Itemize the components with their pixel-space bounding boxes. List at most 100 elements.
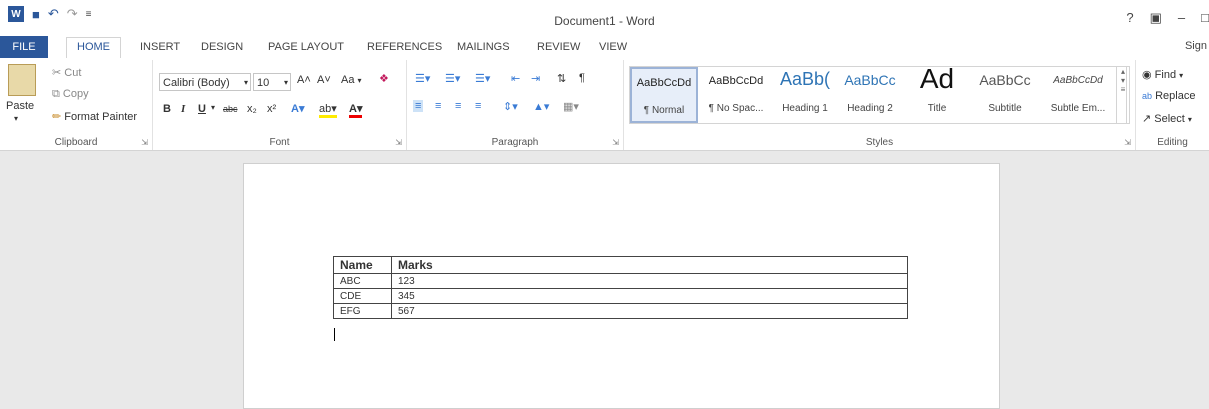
sign-in-link[interactable]: Sign xyxy=(1185,40,1207,52)
font-label: Font xyxy=(269,137,290,148)
italic-button[interactable]: I xyxy=(181,103,185,115)
tab-design[interactable]: DESIGN xyxy=(201,38,243,58)
editing-group: ◉ Find ▾ ab Replace ↗ Select ▾ Editing xyxy=(1136,60,1209,150)
clipboard-group: Paste ▾ ✂ Cut ⧉ Copy ✏ Format Painter Cl… xyxy=(0,60,153,150)
style-normal[interactable]: AaBbCcDd ¶ Normal xyxy=(630,67,698,123)
shrink-font-button[interactable]: A˅ xyxy=(317,74,331,86)
table-cell[interactable]: EFG xyxy=(333,303,392,319)
grow-font-button[interactable]: A˄ xyxy=(297,74,311,86)
style-heading-2[interactable]: AaBbCc Heading 2 xyxy=(838,67,902,123)
clipboard-launcher-icon[interactable]: ⇲ xyxy=(141,138,148,147)
format-painter-button[interactable]: ✏ Format Painter xyxy=(52,110,137,123)
align-left-icon[interactable]: ≡ xyxy=(413,100,424,112)
clipboard-label: Clipboard xyxy=(54,137,98,148)
styles-gallery: AaBbCcDd ¶ Normal AaBbCcDd ¶ No Spac... Aa… xyxy=(629,63,1127,124)
font-name-select[interactable]: Calibri (Body) ▾ xyxy=(159,73,251,91)
increase-indent-icon[interactable]: ⇥ xyxy=(531,72,540,85)
document-page[interactable]: Name Marks ABC 123 CDE 345 EFG 567 xyxy=(243,163,1000,409)
binoculars-icon: ◉ xyxy=(1142,69,1152,81)
select-button[interactable]: ↗ Select ▾ xyxy=(1142,112,1192,125)
styles-launcher-icon[interactable]: ⇲ xyxy=(1124,138,1131,147)
strikethrough-button[interactable]: abc xyxy=(223,104,238,114)
change-case-button[interactable]: Aa ▾ xyxy=(341,74,362,86)
align-right-icon[interactable]: ≡ xyxy=(455,100,461,112)
bold-button[interactable]: B xyxy=(163,103,171,115)
clear-formatting-icon[interactable]: ❖ xyxy=(379,72,389,85)
paragraph-group: ☰▾ ☰▾ ☰▾ ⇤ ⇥ ⇅ ¶ ≡ ≡ ≡ ≡ ⇕▾ ▲▾ ▦▾ Paragr… xyxy=(407,60,624,150)
font-launcher-icon[interactable]: ⇲ xyxy=(395,138,402,147)
window-title: Document1 - Word xyxy=(554,14,655,28)
scissors-icon: ✂ xyxy=(52,67,62,79)
replace-icon: ab xyxy=(1142,91,1153,101)
font-color-icon[interactable]: A▾ xyxy=(349,102,363,118)
paste-button[interactable]: Paste xyxy=(6,100,34,112)
title-bar: W ■ ↶ ↷ ≡ Document1 - Word ? ▣ – □ xyxy=(0,0,1209,34)
tab-home[interactable]: HOME xyxy=(66,37,121,58)
copy-icon: ⧉ xyxy=(52,88,60,100)
align-center-icon[interactable]: ≡ xyxy=(435,100,441,112)
shading-icon[interactable]: ▲▾ xyxy=(533,100,549,113)
paragraph-launcher-icon[interactable]: ⇲ xyxy=(612,138,619,147)
table-cell[interactable]: 345 xyxy=(391,288,908,304)
text-effects-icon[interactable]: A▾ xyxy=(291,102,304,115)
superscript-button[interactable]: x² xyxy=(267,103,276,115)
minimize-icon[interactable]: – xyxy=(1178,10,1185,26)
ribbon: Paste ▾ ✂ Cut ⧉ Copy ✏ Format Painter Cl… xyxy=(0,58,1209,151)
header-name[interactable]: Name xyxy=(333,256,392,274)
text-cursor xyxy=(334,328,335,341)
line-spacing-icon[interactable]: ⇕▾ xyxy=(503,100,518,113)
tab-references[interactable]: REFERENCES xyxy=(367,38,442,58)
table-cell[interactable]: 567 xyxy=(391,303,908,319)
styles-scroll[interactable]: ▴ ▾ ≡ xyxy=(1116,66,1130,124)
tab-page-layout[interactable]: PAGE LAYOUT xyxy=(268,38,344,58)
borders-icon[interactable]: ▦▾ xyxy=(563,100,579,113)
help-icon[interactable]: ? xyxy=(1126,10,1133,26)
bullets-icon[interactable]: ☰▾ xyxy=(415,72,430,85)
data-table[interactable]: Name Marks ABC 123 CDE 345 EFG 567 xyxy=(333,256,908,319)
font-size-select[interactable]: 10 ▾ xyxy=(253,73,291,91)
editing-label: Editing xyxy=(1157,137,1188,148)
highlight-icon[interactable]: ab▾ xyxy=(319,102,337,118)
font-group: Calibri (Body) ▾ 10 ▾ A˄ A˅ Aa ▾ ❖ B I U… xyxy=(153,60,407,150)
style-heading-1[interactable]: AaBb(Heading 1 xyxy=(772,67,838,123)
table-row: CDE 345 xyxy=(333,288,908,304)
multilevel-list-icon[interactable]: ☰▾ xyxy=(475,72,490,85)
show-formatting-icon[interactable]: ¶ xyxy=(579,72,585,84)
replace-button[interactable]: ab Replace xyxy=(1142,90,1195,102)
underline-button[interactable]: U xyxy=(198,103,206,115)
justify-icon[interactable]: ≡ xyxy=(475,100,481,112)
numbering-icon[interactable]: ☰▾ xyxy=(445,72,460,85)
window-controls: ? ▣ – □ xyxy=(1126,10,1209,26)
tab-insert[interactable]: INSERT xyxy=(140,38,180,58)
table-cell[interactable]: ABC xyxy=(333,273,392,289)
decrease-indent-icon[interactable]: ⇤ xyxy=(511,72,520,85)
sort-icon[interactable]: ⇅ xyxy=(557,72,566,85)
underline-dropdown-icon[interactable]: ▾ xyxy=(211,103,215,112)
style-subtle-emphasis[interactable]: AaBbCcDd Subtle Em... xyxy=(1042,67,1114,123)
subscript-button[interactable]: x₂ xyxy=(247,103,257,115)
header-marks[interactable]: Marks xyxy=(391,256,908,274)
table-cell[interactable]: 123 xyxy=(391,273,908,289)
styles-label: Styles xyxy=(865,137,894,148)
paste-icon[interactable] xyxy=(8,64,36,96)
tab-file[interactable]: FILE xyxy=(0,36,48,58)
style-no-spacing[interactable]: AaBbCcDd ¶ No Spac... xyxy=(700,67,772,123)
table-row: ABC 123 xyxy=(333,273,908,289)
tab-view[interactable]: VIEW xyxy=(599,38,627,58)
table-cell[interactable]: CDE xyxy=(333,288,392,304)
ribbon-tabs: FILE HOME INSERT DESIGN PAGE LAYOUT REFE… xyxy=(0,34,1209,58)
copy-button[interactable]: ⧉ Copy xyxy=(52,88,89,101)
style-subtitle[interactable]: AaBbCc Subtitle xyxy=(972,67,1038,123)
tab-mailings[interactable]: MAILINGS xyxy=(457,38,510,58)
find-button[interactable]: ◉ Find ▾ xyxy=(1142,68,1183,81)
paste-dropdown-icon[interactable]: ▾ xyxy=(14,114,18,123)
ribbon-display-icon[interactable]: ▣ xyxy=(1150,10,1162,26)
style-title[interactable]: Ad Title xyxy=(904,63,970,123)
table-row: EFG 567 xyxy=(333,303,908,319)
restore-icon[interactable]: □ xyxy=(1201,10,1209,26)
table-header-row: Name Marks xyxy=(333,256,908,274)
paragraph-label: Paragraph xyxy=(491,137,539,148)
cursor-arrow-icon: ↗ xyxy=(1142,113,1152,125)
tab-review[interactable]: REVIEW xyxy=(537,38,580,58)
cut-button[interactable]: ✂ Cut xyxy=(52,66,81,79)
